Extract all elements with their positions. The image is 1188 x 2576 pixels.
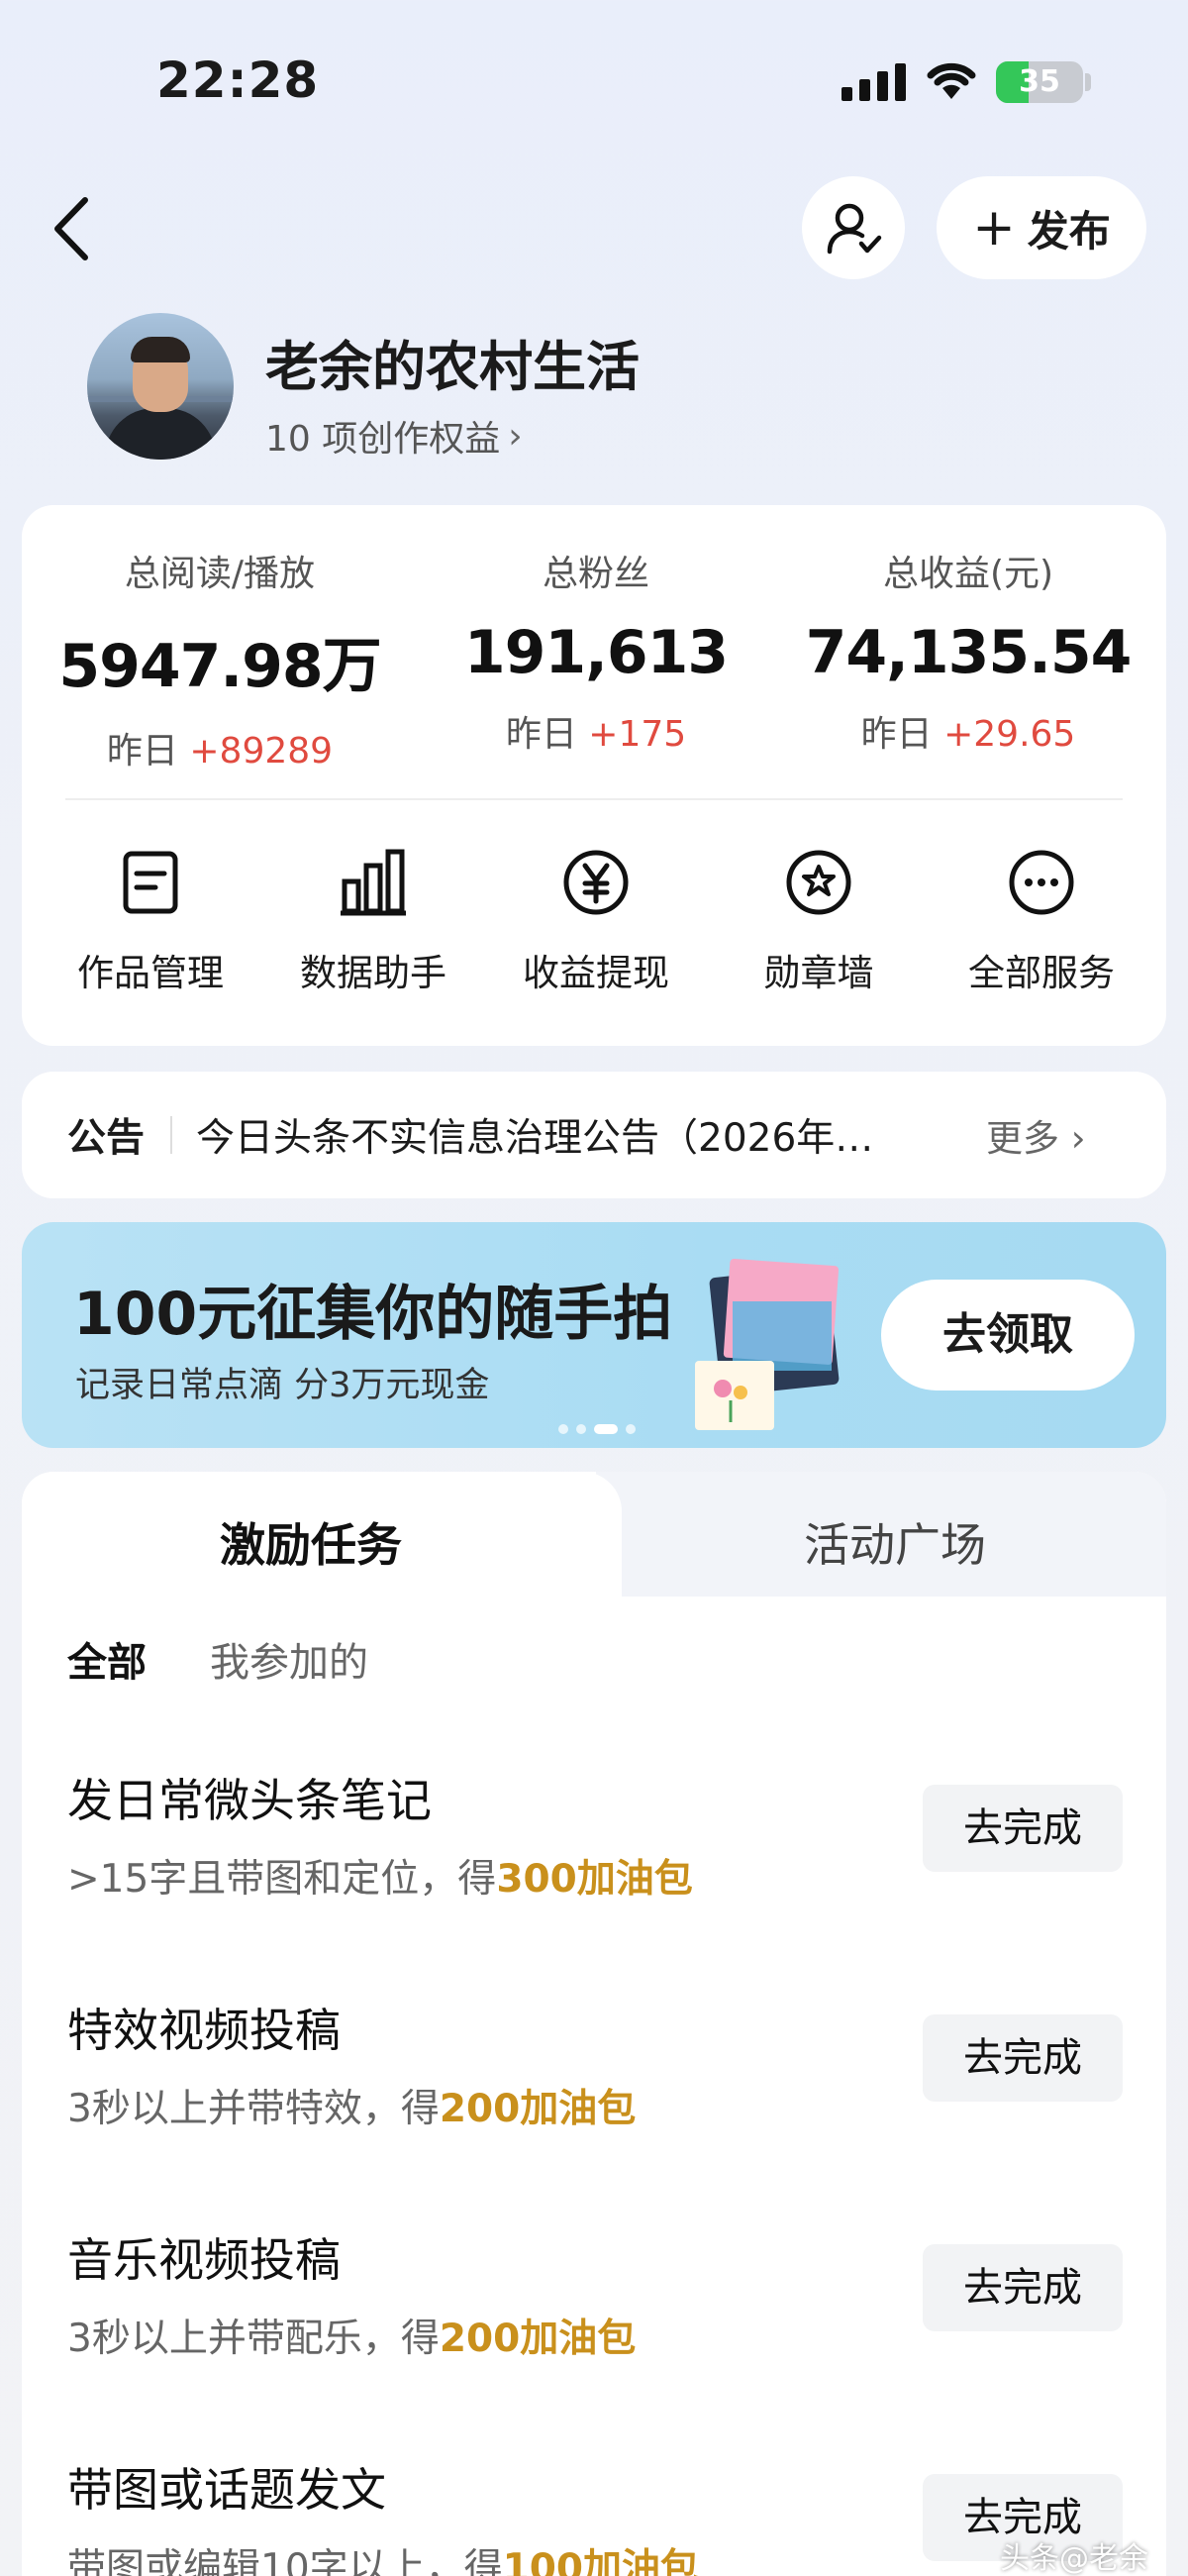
banner-title: 100元征集你的随手拍 <box>73 1280 673 1349</box>
service-works-management[interactable]: 作品管理 <box>39 848 262 996</box>
service-data-assistant[interactable]: 数据助手 <box>261 848 485 996</box>
announcement-text[interactable]: 今日头条不实信息治理公告（2026年… <box>196 1107 958 1163</box>
service-label: 数据助手 <box>300 952 446 994</box>
carousel-indicator <box>558 1424 636 1434</box>
stat-delta: +29.65 <box>943 714 1076 755</box>
task-reward: 200加油包 <box>439 2317 637 2361</box>
service-label: 全部服务 <box>968 952 1115 994</box>
service-earnings-withdraw[interactable]: 收益提现 <box>484 848 708 996</box>
avatar[interactable] <box>87 313 234 460</box>
creator-rights-link[interactable]: 10 项创作权益 › <box>265 410 523 462</box>
claim-button[interactable]: 去领取 <box>881 1280 1135 1391</box>
task-complete-button[interactable]: 去完成 <box>923 1785 1123 1872</box>
stat-total-earnings[interactable]: 总收益(元) 74,135.54 昨日 +29.65 <box>790 545 1146 757</box>
service-label: 收益提现 <box>523 952 669 994</box>
task-reward: 100加油包 <box>502 2546 700 2576</box>
stat-value: 74,135.54 <box>805 618 1133 687</box>
announcement-more-link[interactable]: 更多 › <box>986 1108 1086 1162</box>
service-label: 作品管理 <box>77 952 224 994</box>
creator-rights-label: 10 项创作权益 <box>265 419 501 460</box>
chevron-right-icon: › <box>508 415 523 457</box>
task-complete-button[interactable]: 去完成 <box>923 2014 1123 2102</box>
stat-label: 总阅读/播放 <box>124 554 316 594</box>
stat-delta-prefix: 昨日 <box>106 731 178 772</box>
user-check-icon <box>827 203 882 255</box>
task-item: 特效视频投稿 3秒以上并带特效，得200加油包 去完成 <box>67 1995 1123 2153</box>
task-desc: 3秒以上并带配乐，得 <box>67 2317 440 2361</box>
task-item: 发日常微头条笔记 >15字且带图和定位，得300加油包 去完成 <box>67 1765 1123 1923</box>
document-icon <box>123 851 178 914</box>
stats-card: 总阅读/播放 5947.98万 昨日 +89289 总粉丝 191,613 昨日… <box>22 505 1166 1046</box>
filter-all[interactable]: 全部 <box>67 1630 147 1688</box>
service-all-services[interactable]: 全部服务 <box>930 848 1153 996</box>
photo-frame-illustration <box>695 1259 840 1430</box>
stat-total-reads[interactable]: 总阅读/播放 5947.98万 昨日 +89289 <box>42 545 398 773</box>
battery-icon: 35 <box>996 61 1083 103</box>
stat-delta: +89289 <box>189 731 334 772</box>
task-desc: 3秒以上并带特效，得 <box>67 2087 440 2131</box>
task-reward: 200加油包 <box>439 2087 637 2131</box>
more-icon <box>1009 850 1074 915</box>
task-reward: 300加油包 <box>496 1857 693 1902</box>
plus-icon: + <box>972 198 1016 258</box>
divider <box>65 798 1123 800</box>
yuan-icon <box>563 850 629 915</box>
task-item: 音乐视频投稿 3秒以上并带配乐，得200加油包 去完成 <box>67 2224 1123 2383</box>
stat-delta-prefix: 昨日 <box>505 714 577 755</box>
more-label: 更多 <box>986 1117 1060 1160</box>
battery-level: 35 <box>1019 64 1060 99</box>
stat-delta-prefix: 昨日 <box>860 714 933 755</box>
stat-value: 5947.98万 <box>58 632 381 701</box>
user-switch-button[interactable] <box>802 176 905 279</box>
publish-button[interactable]: + 发布 <box>937 176 1146 279</box>
tab-incentive-tasks[interactable]: 激励任务 <box>220 1509 402 1575</box>
stat-value: 191,613 <box>463 618 729 687</box>
task-desc: 带图或编辑10字以上，得 <box>67 2546 503 2576</box>
watermark: 头条@老余 <box>1000 2541 1148 2576</box>
cellular-signal-icon <box>842 61 907 101</box>
battery-nub <box>1085 73 1091 91</box>
stat-label: 总粉丝 <box>542 554 649 594</box>
tab-activity-square[interactable]: 活动广场 <box>804 1509 986 1575</box>
filter-joined[interactable]: 我参加的 <box>210 1630 368 1688</box>
promo-banner[interactable]: 100元征集你的随手拍 记录日常点滴 分3万元现金 去领取 <box>22 1222 1166 1448</box>
bar-chart-icon <box>341 849 406 916</box>
banner-subtitle: 记录日常点滴 分3万元现金 <box>75 1366 490 1405</box>
divider <box>170 1116 173 1154</box>
task-desc: >15字且带图和定位，得 <box>67 1857 497 1902</box>
tasks-panel: 激励任务 活动广场 全部 我参加的 发日常微头条笔记 >15字且带图和定位，得3… <box>22 1472 1166 2576</box>
task-complete-button[interactable]: 去完成 <box>923 2244 1123 2331</box>
announcement-tag: 公告 <box>67 1116 146 1161</box>
account-name: 老余的农村生活 <box>265 336 640 398</box>
announcement-bar[interactable]: 公告 今日头条不实信息治理公告（2026年… 更多 › <box>22 1072 1166 1198</box>
back-arrow-icon[interactable] <box>44 194 103 263</box>
medal-icon <box>786 850 851 915</box>
wifi-icon <box>927 62 976 99</box>
service-label: 勋章墙 <box>763 952 874 994</box>
publish-label: 发布 <box>1027 206 1111 256</box>
status-time: 22:28 <box>156 52 320 109</box>
stat-label: 总收益(元) <box>882 554 1054 594</box>
stat-total-fans[interactable]: 总粉丝 191,613 昨日 +175 <box>418 545 774 757</box>
task-item: 带图或话题发文 带图或编辑10字以上，得100加油包 去完成 <box>67 2454 1123 2576</box>
stat-delta: +175 <box>588 714 687 755</box>
service-medal-wall[interactable]: 勋章墙 <box>707 848 931 996</box>
